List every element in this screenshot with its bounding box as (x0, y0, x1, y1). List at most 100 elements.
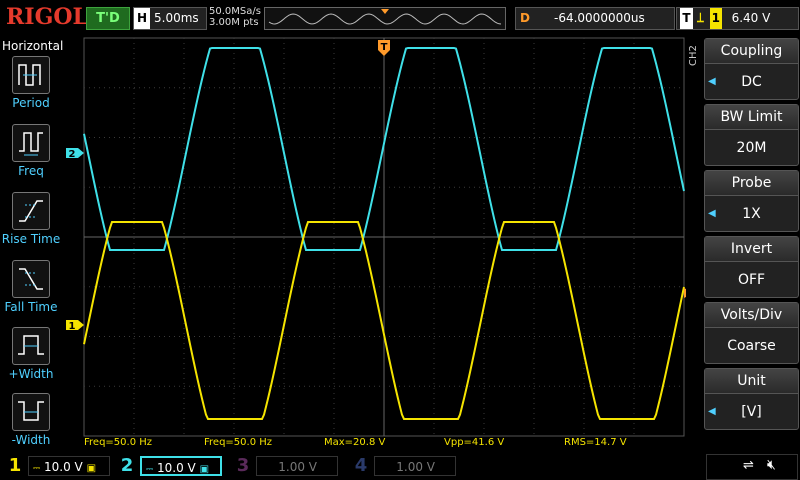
speaker-muted-icon[interactable]: 🔇︎ (767, 457, 776, 473)
measure-negative-width-button[interactable]: -Width (0, 393, 62, 460)
measurement-item: Freq=50.0 Hz (204, 437, 273, 448)
ch2-status[interactable]: 2 ⎓ 10.0 V ▣ (116, 454, 226, 478)
ch3-status[interactable]: 3 1.00 V (232, 454, 342, 478)
period-icon (12, 56, 50, 94)
trigger-position-icon (381, 9, 389, 14)
coupling-softkey[interactable]: Coupling ◀ DC (704, 38, 799, 100)
dc-coupling-icon: ⎓ (146, 465, 154, 475)
measurement-item: RMS=14.7 V (564, 437, 627, 448)
ch1-offset-marker[interactable]: 1 (66, 320, 84, 332)
ch2-number: 2 (120, 455, 134, 476)
freq-icon (12, 124, 50, 162)
unit-title: Unit (705, 369, 798, 394)
horizontal-delay-indicator[interactable]: D -64.0000000us (515, 7, 675, 30)
waveform-canvas: 2 1 T (66, 37, 694, 437)
horizontal-measure-menu: Horizontal Period Freq Rise Time Fall Ti… (0, 36, 64, 456)
svg-text:1: 1 (69, 321, 76, 332)
trigger-level-marker[interactable] (684, 288, 694, 298)
timebase-value: 5.00ms (154, 11, 199, 25)
ch2-scale-box: ⎓ 10.0 V ▣ (140, 456, 222, 476)
channel-status-bar: 1 ⎓ 10.0 V ▣ 2 ⎓ 10.0 V ▣ 3 1.00 V 4 1.0… (0, 452, 800, 480)
invert-value: OFF (737, 272, 766, 288)
rising-edge-icon: ⟘ (696, 11, 704, 25)
period-label: Period (12, 96, 50, 110)
ch4-status[interactable]: 4 1.00 V (350, 454, 460, 478)
volts-div-softkey[interactable]: Volts/Div Coarse (704, 302, 799, 364)
volts-div-title: Volts/Div (705, 303, 798, 328)
rise-time-icon (12, 192, 50, 230)
memory-overview-bar[interactable] (264, 7, 506, 30)
positive-width-icon (12, 327, 50, 365)
invert-title: Invert (705, 237, 798, 262)
measure-freq-button[interactable]: Freq (0, 124, 62, 191)
menu-arrow-icon: ◀ (708, 208, 716, 219)
measurement-item: Freq=50.0 Hz (84, 437, 153, 448)
negative-width-label: -Width (11, 433, 51, 447)
trigger-source: 1 (709, 8, 722, 29)
trigger-level: 6.40 V (731, 11, 771, 25)
ch2-offset-marker[interactable]: 2 (66, 148, 84, 160)
menu-arrow-icon: ◀ (708, 76, 716, 87)
menu-title: Horizontal (2, 39, 64, 53)
coupling-title: Coupling (705, 39, 798, 64)
timebase-indicator[interactable]: H 5.00ms (133, 7, 207, 30)
trigger-indicator[interactable]: T ⟘ 1 6.40 V (676, 7, 799, 30)
measure-period-button[interactable]: Period (0, 56, 62, 123)
measurement-item: Vpp=41.6 V (444, 437, 505, 448)
delay-value: -64.0000000us (554, 11, 645, 25)
trigger-key: T (680, 8, 693, 29)
bw-limit-title: BW Limit (705, 105, 798, 130)
fall-time-icon (12, 260, 50, 298)
measurement-item: Max=20.8 V (324, 437, 386, 448)
fall-time-label: Fall Time (4, 300, 58, 314)
ch4-number: 4 (354, 455, 368, 476)
svg-text:2: 2 (69, 149, 76, 160)
usb-icon: ⇌ (743, 458, 754, 473)
probe-title: Probe (705, 171, 798, 196)
freq-label: Freq (18, 164, 44, 178)
bw-limit-softkey[interactable]: BW Limit 20M (704, 104, 799, 166)
ch1-number: 1 (8, 455, 22, 476)
bw-limit-value: 20M (736, 140, 767, 156)
timebase-key: H (134, 8, 150, 29)
acquisition-info: 50.0MSa/s 3.00M pts (209, 6, 261, 28)
rigol-logo: RIGOL (6, 4, 88, 30)
unit-value: [V] (741, 404, 762, 420)
ch1-status[interactable]: 1 ⎓ 10.0 V ▣ (4, 454, 112, 478)
ch2-scale: 10.0 V (157, 461, 196, 475)
coupling-value: DC (741, 74, 762, 90)
bw-icon: ▣ (86, 463, 97, 474)
unit-softkey[interactable]: Unit ◀ [V] (704, 368, 799, 430)
probe-softkey[interactable]: Probe ◀ 1X (704, 170, 799, 232)
ch4-scale-box: 1.00 V (374, 456, 456, 476)
system-icons: ⇌ 🔇︎ (706, 454, 798, 480)
measure-positive-width-button[interactable]: +Width (0, 327, 62, 394)
rise-time-label: Rise Time (1, 232, 61, 246)
ch3-scale-box: 1.00 V (256, 456, 338, 476)
probe-value: 1X (742, 206, 761, 222)
ch3-number: 3 (236, 455, 250, 476)
menu-arrow-icon: ◀ (708, 406, 716, 417)
delay-key: D (520, 11, 530, 25)
measure-rise-time-button[interactable]: Rise Time (0, 192, 62, 259)
positive-width-label: +Width (8, 367, 54, 381)
waveform-display[interactable]: 2 1 T (62, 36, 694, 437)
ch3-scale: 1.00 V (278, 460, 317, 474)
dc-coupling-icon: ⎓ (33, 464, 41, 474)
measurement-bar: Freq=50.0 Hz Freq=50.0 Hz Max=20.8 V Vpp… (62, 437, 686, 449)
measure-fall-time-button[interactable]: Fall Time (0, 260, 62, 327)
top-status-bar: RIGOL T'D H 5.00ms 50.0MSa/s 3.00M pts D -… (0, 0, 800, 36)
svg-text:T: T (381, 42, 388, 53)
memory-depth: 3.00M pts (209, 17, 259, 28)
invert-softkey[interactable]: Invert OFF (704, 236, 799, 298)
channel-settings-menu: Coupling ◀ DC BW Limit 20M Probe ◀ 1X Inve… (688, 36, 800, 436)
ch1-scale-box: ⎓ 10.0 V ▣ (28, 456, 110, 476)
ch1-scale: 10.0 V (44, 460, 83, 474)
volts-div-value: Coarse (727, 338, 776, 354)
sample-rate: 50.0MSa/s (209, 6, 261, 17)
run-status-button[interactable]: T'D (86, 7, 130, 30)
ch4-scale: 1.00 V (396, 460, 435, 474)
memory-overview-waveform (268, 9, 502, 25)
negative-width-icon (12, 393, 50, 431)
bw-icon: ▣ (199, 464, 210, 475)
